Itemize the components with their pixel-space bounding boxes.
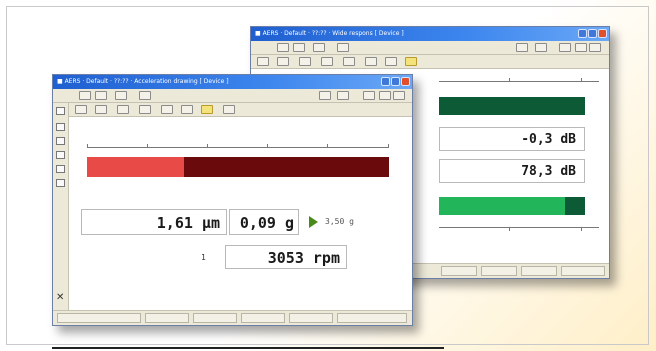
ruler-tick: [509, 227, 510, 231]
save-icon[interactable]: [589, 43, 601, 52]
back-level-bar-bottom: [439, 197, 585, 215]
channel-icon[interactable]: [56, 179, 65, 187]
ruler-tick: [388, 144, 389, 148]
displacement-readout: 1,61 µm: [81, 209, 227, 235]
front-window-sidebar: ✕: [53, 103, 69, 325]
maximize-icon[interactable]: [588, 29, 597, 38]
channel-icon[interactable]: [56, 107, 65, 115]
status-cell: [57, 313, 141, 323]
ruler-tick: [327, 144, 328, 148]
channel-icon[interactable]: [56, 123, 65, 131]
forward-icon[interactable]: [319, 91, 331, 100]
channel-icon[interactable]: [56, 151, 65, 159]
layout-icon[interactable]: [337, 43, 349, 52]
pointer-icon[interactable]: [257, 57, 269, 66]
tool-icon[interactable]: [385, 57, 397, 66]
pointer-icon[interactable]: [75, 105, 87, 114]
status-cell: [481, 266, 517, 276]
tool-icon[interactable]: [139, 105, 151, 114]
forward-icon[interactable]: [516, 43, 528, 52]
grid-icon[interactable]: [313, 43, 325, 52]
front-window-title: ■ AERS · Default · ??:?? · Acceleration …: [57, 78, 229, 85]
play-icon[interactable]: [309, 216, 318, 228]
tool-icon[interactable]: [117, 105, 129, 114]
maximize-icon[interactable]: [391, 77, 400, 86]
back-window-title: ■ AERS · Default · ??:?? · Wide respons …: [255, 30, 404, 37]
front-window-titlebar: ■ AERS · Default · ??:?? · Acceleration …: [53, 75, 412, 89]
ruler-tick: [581, 227, 582, 231]
front-level-bar: [87, 157, 389, 177]
status-cell: [521, 266, 557, 276]
status-cell: [337, 313, 407, 323]
channel-icon[interactable]: [56, 137, 65, 145]
back-window-toolbar-2: [251, 55, 609, 69]
front-window: ■ AERS · Default · ??:?? · Acceleration …: [52, 74, 413, 326]
back-level-bar-bottom-fill: [439, 197, 565, 215]
front-ruler: [87, 147, 389, 148]
caption-rule: [52, 347, 444, 349]
level-readout-1: -0,3 dB: [439, 127, 585, 151]
highlight-tool-icon[interactable]: [405, 57, 417, 66]
back-level-bar-top: [439, 97, 585, 115]
layout-icon[interactable]: [139, 91, 151, 100]
front-window-toolbar-1: [53, 89, 412, 103]
close-panel-icon[interactable]: ✕: [56, 293, 64, 303]
minimize-icon[interactable]: [578, 29, 587, 38]
camera-icon[interactable]: [277, 43, 289, 52]
tool-icon[interactable]: [343, 57, 355, 66]
close-icon[interactable]: [401, 77, 410, 86]
camera-icon[interactable]: [79, 91, 91, 100]
back-window-toolbar-1: [251, 41, 609, 55]
highlight-tool-icon[interactable]: [201, 105, 213, 114]
front-window-toolbar-2: [69, 103, 412, 117]
front-level-bar-fill: [87, 157, 184, 177]
tool-icon[interactable]: [277, 57, 289, 66]
window-icon[interactable]: [379, 91, 391, 100]
speed-readout: 3053 rpm: [225, 245, 347, 269]
back-window-controls: [578, 29, 607, 38]
back-level-bar-top-fill: [439, 97, 585, 115]
compare-icon[interactable]: [535, 43, 547, 52]
channel-number: 1: [201, 253, 206, 262]
window-icon[interactable]: [575, 43, 587, 52]
status-cell: [289, 313, 333, 323]
ruler-tick: [581, 78, 582, 82]
ruler-tick: [87, 144, 88, 148]
ruler-tick: [207, 144, 208, 148]
back-ruler-bottom: [439, 227, 599, 228]
front-window-controls: [381, 77, 410, 86]
back-ruler: [439, 81, 599, 82]
record-icon[interactable]: [293, 43, 305, 52]
compare-icon[interactable]: [337, 91, 349, 100]
status-cell: [145, 313, 189, 323]
close-icon[interactable]: [598, 29, 607, 38]
limit-value: 3,50 g: [325, 217, 354, 226]
minimize-icon[interactable]: [381, 77, 390, 86]
ruler-tick: [509, 78, 510, 82]
ruler-tick: [267, 144, 268, 148]
back-window-titlebar: ■ AERS · Default · ??:?? · Wide respons …: [251, 27, 609, 41]
settings-icon[interactable]: [363, 91, 375, 100]
tool-icon[interactable]: [181, 105, 193, 114]
status-cell: [241, 313, 285, 323]
settings-icon[interactable]: [559, 43, 571, 52]
tool-icon[interactable]: [321, 57, 333, 66]
tool-icon[interactable]: [161, 105, 173, 114]
grid-icon[interactable]: [115, 91, 127, 100]
acceleration-readout: 0,09 g: [229, 209, 299, 235]
tool-icon[interactable]: [95, 105, 107, 114]
save-icon[interactable]: [393, 91, 405, 100]
record-icon[interactable]: [95, 91, 107, 100]
status-cell: [561, 266, 605, 276]
ruler-tick: [147, 144, 148, 148]
front-window-statusbar: [53, 310, 412, 325]
tool-icon[interactable]: [299, 57, 311, 66]
status-cell: [441, 266, 477, 276]
tool-icon[interactable]: [223, 105, 235, 114]
channel-icon[interactable]: [56, 165, 65, 173]
tool-icon[interactable]: [365, 57, 377, 66]
status-cell: [193, 313, 237, 323]
level-readout-2: 78,3 dB: [439, 159, 585, 183]
